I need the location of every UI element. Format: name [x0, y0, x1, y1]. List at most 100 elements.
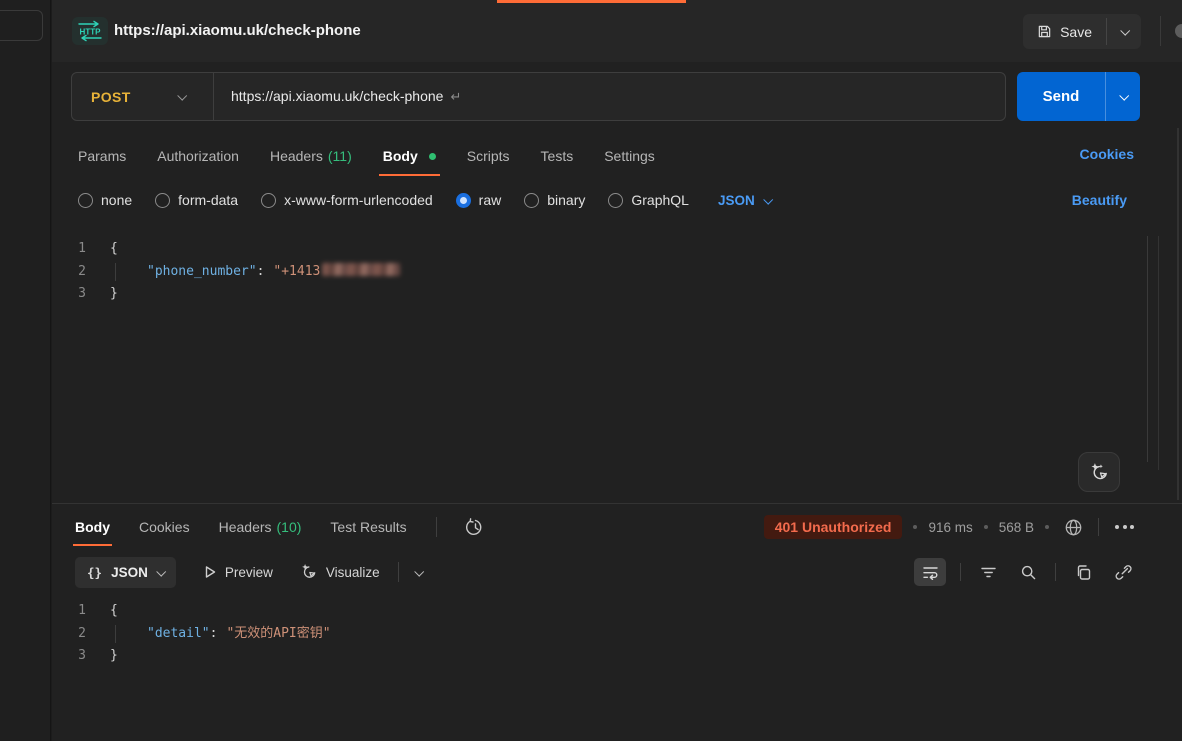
panel-scrollbar[interactable]	[1177, 128, 1179, 500]
toolbar-chevron-button[interactable]	[414, 566, 424, 576]
braces-icon: {}	[87, 565, 102, 580]
code-line: 1 {	[52, 600, 1182, 623]
code-line: 3 }	[52, 645, 1182, 668]
radio-binary[interactable]: binary	[524, 192, 585, 208]
response-tab-headers[interactable]: Headers(10)	[219, 504, 302, 550]
response-headers-count: (10)	[277, 519, 302, 535]
visualize-sparkle-icon	[300, 563, 318, 581]
url-bar: POST https://api.xiaomu.uk/check-phone↵ …	[71, 72, 1182, 121]
body-modified-dot	[429, 153, 436, 160]
response-tab-body[interactable]: Body	[75, 504, 110, 550]
filter-icon	[980, 564, 997, 581]
tab-tests[interactable]: Tests	[541, 136, 574, 176]
editor-scrollbar-track	[1158, 236, 1159, 470]
line-number: 3	[52, 645, 110, 668]
tab-headers[interactable]: Headers(11)	[270, 136, 352, 176]
postbot-sparkle-icon	[1089, 462, 1110, 483]
send-options-button[interactable]	[1105, 72, 1140, 121]
tab-settings[interactable]: Settings	[604, 136, 655, 176]
save-button[interactable]: Save	[1023, 14, 1106, 49]
save-label: Save	[1060, 24, 1092, 40]
tab-scripts[interactable]: Scripts	[467, 136, 510, 176]
language-dropdown[interactable]: JSON	[718, 193, 771, 208]
save-options-button[interactable]	[1107, 14, 1141, 49]
request-body-editor[interactable]: 1 { 2 "phone_number":"+1413 3 }	[52, 230, 1182, 504]
response-toolbar: {} JSON Preview Visualize	[75, 556, 1182, 588]
response-format-dropdown[interactable]: {} JSON	[75, 557, 176, 588]
copy-button[interactable]	[1070, 559, 1096, 585]
sidebar-collapsed-tab[interactable]	[0, 10, 43, 41]
search-button[interactable]	[1015, 559, 1041, 585]
history-clock-icon	[466, 518, 485, 537]
link-button[interactable]	[1110, 559, 1136, 585]
tab-params[interactable]: Params	[78, 136, 126, 176]
line-number: 2	[52, 261, 110, 284]
radio-x-www-form-urlencoded[interactable]: x-www-form-urlencoded	[261, 192, 433, 208]
divider	[436, 517, 437, 537]
enter-hint-icon: ↵	[450, 89, 461, 104]
body-type-options: none form-data x-www-form-urlencoded raw…	[78, 186, 1182, 214]
wrap-lines-button[interactable]	[914, 558, 946, 586]
word-wrap-icon	[922, 564, 939, 581]
globe-icon	[1064, 518, 1083, 537]
radio-icon	[155, 193, 170, 208]
request-title: https://api.xiaomu.uk/check-phone	[114, 22, 361, 39]
separator-dot	[913, 525, 917, 529]
chevron-down-icon	[1119, 91, 1129, 101]
radio-icon	[78, 193, 93, 208]
url-value: https://api.xiaomu.uk/check-phone	[231, 88, 443, 104]
header-divider	[1160, 16, 1161, 46]
cookies-link[interactable]: Cookies	[1080, 146, 1134, 162]
chevron-down-icon	[156, 566, 166, 576]
filter-button[interactable]	[975, 559, 1001, 585]
line-number: 3	[52, 283, 110, 306]
app-window: HTTP https://api.xiaomu.uk/check-phone S…	[0, 0, 1182, 741]
editor-scrollbar[interactable]	[1147, 236, 1148, 462]
indent-guide	[115, 625, 116, 644]
chevron-down-icon	[177, 91, 187, 101]
response-tab-cookies[interactable]: Cookies	[139, 504, 190, 550]
preview-button[interactable]: Preview	[203, 565, 273, 580]
line-number: 1	[52, 600, 110, 623]
json-key: "detail"	[147, 626, 210, 641]
header-edge-icon	[1175, 24, 1182, 38]
send-button[interactable]: Send	[1017, 72, 1105, 121]
url-input[interactable]: https://api.xiaomu.uk/check-phone ↵	[214, 88, 461, 105]
request-header: HTTP https://api.xiaomu.uk/check-phone S…	[52, 0, 1182, 62]
separator-dot	[984, 525, 988, 529]
response-header: Body Cookies Headers(10) Test Results 40…	[52, 504, 1182, 550]
radio-graphql[interactable]: GraphQL	[608, 192, 689, 208]
status-badge: 401 Unauthorized	[764, 515, 903, 539]
network-info-button[interactable]	[1060, 514, 1086, 540]
request-tabs: Params Authorization Headers(11) Body Sc…	[78, 136, 1182, 176]
save-split-button: Save	[1023, 14, 1141, 49]
more-options-button[interactable]	[1111, 521, 1138, 533]
response-tab-test-results[interactable]: Test Results	[330, 504, 406, 550]
response-time: 916 ms	[928, 520, 972, 535]
json-value: "+1413	[273, 264, 320, 279]
tab-authorization[interactable]: Authorization	[157, 136, 239, 176]
code-line: 2 "phone_number":"+1413	[52, 261, 1182, 284]
beautify-link[interactable]: Beautify	[1072, 192, 1127, 208]
visualize-button[interactable]: Visualize	[300, 563, 380, 581]
postbot-button[interactable]	[1078, 452, 1120, 492]
copy-icon	[1075, 564, 1092, 581]
response-status-bar: 401 Unauthorized 916 ms 568 B	[764, 512, 1138, 542]
chevron-down-icon	[763, 194, 773, 204]
response-body-editor[interactable]: 1 { 2 "detail":"无效的API密钥" 3 }	[52, 594, 1182, 682]
response-tabs: Body Cookies Headers(10) Test Results	[75, 504, 485, 550]
divider	[398, 562, 399, 582]
method-selector[interactable]: POST	[72, 73, 213, 120]
active-tab-indicator	[497, 0, 686, 3]
radio-raw[interactable]: raw	[456, 192, 502, 208]
method-label: POST	[91, 89, 131, 105]
tab-body[interactable]: Body	[383, 136, 436, 176]
search-icon	[1020, 564, 1037, 581]
radio-form-data[interactable]: form-data	[155, 192, 238, 208]
request-panel: HTTP https://api.xiaomu.uk/check-phone S…	[52, 0, 1182, 741]
response-history-button[interactable]	[466, 518, 485, 537]
radio-none[interactable]: none	[78, 192, 132, 208]
chevron-down-icon	[1120, 26, 1130, 36]
send-split-button: Send	[1017, 72, 1140, 121]
code-line: 2 "detail":"无效的API密钥"	[52, 623, 1182, 646]
